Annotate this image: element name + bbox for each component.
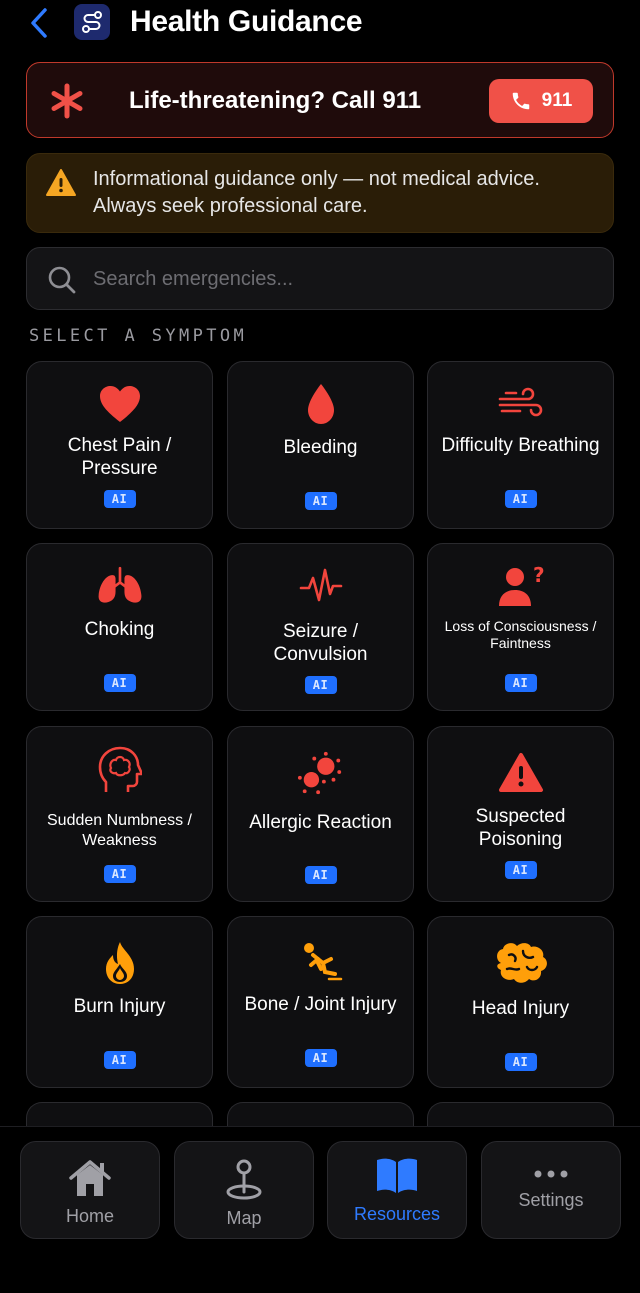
disclaimer-text: Informational guidance only — not medica… [93, 166, 603, 220]
tab-label: Map [226, 1208, 262, 1228]
ai-badge: AI [103, 490, 136, 508]
symptom-label: Head Injury [471, 998, 570, 1019]
drop-icon [297, 380, 345, 428]
symptom-card-difficulty-breathing[interactable]: Difficulty Breathing AI [427, 361, 614, 529]
app-logo [74, 4, 110, 40]
emergency-banner: Life-threatening? Call 911 911 [26, 62, 614, 138]
house-icon [68, 1156, 112, 1200]
ai-badge: AI [504, 674, 537, 692]
disclaimer-line-1: Informational guidance only — not medica… [93, 168, 540, 190]
ai-badge: AI [103, 865, 136, 883]
ai-badge: AI [504, 861, 537, 879]
ai-badge: AI [304, 492, 337, 510]
brain-icon [492, 939, 550, 987]
phone-icon [512, 92, 529, 110]
symptom-card-head-injury[interactable]: Head Injury AI [427, 916, 614, 1088]
ai-badge: AI [103, 1051, 136, 1069]
symptom-card-bone-joint-injury[interactable]: Bone / Joint Injury AI [227, 916, 414, 1088]
search-icon [48, 266, 76, 294]
symptom-label: Bleeding [283, 437, 358, 458]
symptom-card-burn-injury[interactable]: Burn Injury AI [26, 916, 213, 1088]
ai-badge: AI [304, 1049, 337, 1067]
symptom-label: Loss of Consciousness / Faintness [444, 618, 597, 651]
asterisk-icon [51, 83, 83, 119]
person-question-icon: ? [497, 562, 545, 610]
tab-label: Resources [353, 1204, 441, 1224]
symptom-label: Difficulty Breathing [441, 435, 600, 456]
header: Health Guidance [0, 0, 640, 50]
ai-badge: AI [304, 866, 337, 884]
svg-text:?: ? [533, 564, 545, 587]
map-pin-icon [222, 1158, 266, 1202]
falling-person-icon [297, 937, 345, 985]
waveform-icon [297, 562, 345, 610]
emergency-text: Life-threatening? Call 911 [129, 87, 422, 114]
symptom-card-allergic-reaction[interactable]: Allergic Reaction AI [227, 726, 414, 902]
tab-bar: Home Map Resources Settings [0, 1126, 640, 1293]
symptom-label: Suspected Poisoning [475, 806, 566, 850]
symptom-label: Allergic Reaction [249, 812, 392, 833]
symptom-label: Seizure / Convulsion [273, 621, 368, 665]
heart-icon [96, 380, 144, 428]
symptom-card-chest-pain[interactable]: Chest Pain / Pressure AI [26, 361, 213, 529]
symptom-label: Burn Injury [73, 996, 166, 1017]
symptom-label: Bone / Joint Injury [244, 994, 397, 1015]
ai-badge: AI [103, 674, 136, 692]
tab-label: Settings [518, 1190, 584, 1210]
disclaimer-banner: Informational guidance only — not medica… [26, 153, 614, 233]
symptom-card-seizure[interactable]: Seizure / Convulsion AI [227, 543, 414, 711]
ai-badge: AI [504, 490, 537, 508]
flame-icon [96, 939, 144, 987]
book-icon [375, 1154, 419, 1198]
disclaimer-line-2: Always seek professional care. [93, 195, 368, 217]
lungs-icon [96, 562, 144, 610]
back-button[interactable] [24, 6, 54, 40]
warning-icon [497, 749, 545, 797]
allergen-icon [297, 749, 345, 797]
symptom-card-bleeding[interactable]: Bleeding AI [227, 361, 414, 529]
symptom-card-loss-of-consciousness[interactable]: ? Loss of Consciousness / Faintness AI [427, 543, 614, 711]
symptom-label: Chest Pain / Pressure [67, 435, 172, 479]
warning-triangle-icon [46, 169, 76, 196]
search-input[interactable] [93, 258, 593, 300]
tab-settings[interactable]: Settings [481, 1141, 621, 1239]
call-911-button[interactable]: 911 [489, 79, 593, 123]
symptom-card-suspected-poisoning[interactable]: Suspected Poisoning AI [427, 726, 614, 902]
tab-map[interactable]: Map [174, 1141, 314, 1239]
brain-head-icon [96, 746, 144, 795]
symptom-label: Choking [84, 619, 155, 640]
search-bar [26, 247, 614, 310]
ai-badge: AI [304, 676, 337, 694]
tab-home[interactable]: Home [20, 1141, 160, 1239]
route-icon [82, 11, 102, 33]
chevron-left-icon [31, 8, 47, 38]
symptom-card-choking[interactable]: Choking AI [26, 543, 213, 711]
symptom-card-sudden-numbness[interactable]: Sudden Numbness / Weakness AI [26, 726, 213, 902]
ai-badge: AI [504, 1053, 537, 1071]
section-label: SELECT A SYMPTOM [29, 326, 248, 346]
page-title: Health Guidance [130, 5, 363, 38]
wind-icon [497, 380, 545, 428]
tab-label: Home [65, 1206, 114, 1226]
tab-resources[interactable]: Resources [327, 1141, 467, 1239]
call-button-label: 911 [541, 90, 573, 111]
symptom-label: Sudden Numbness / Weakness [47, 812, 192, 849]
